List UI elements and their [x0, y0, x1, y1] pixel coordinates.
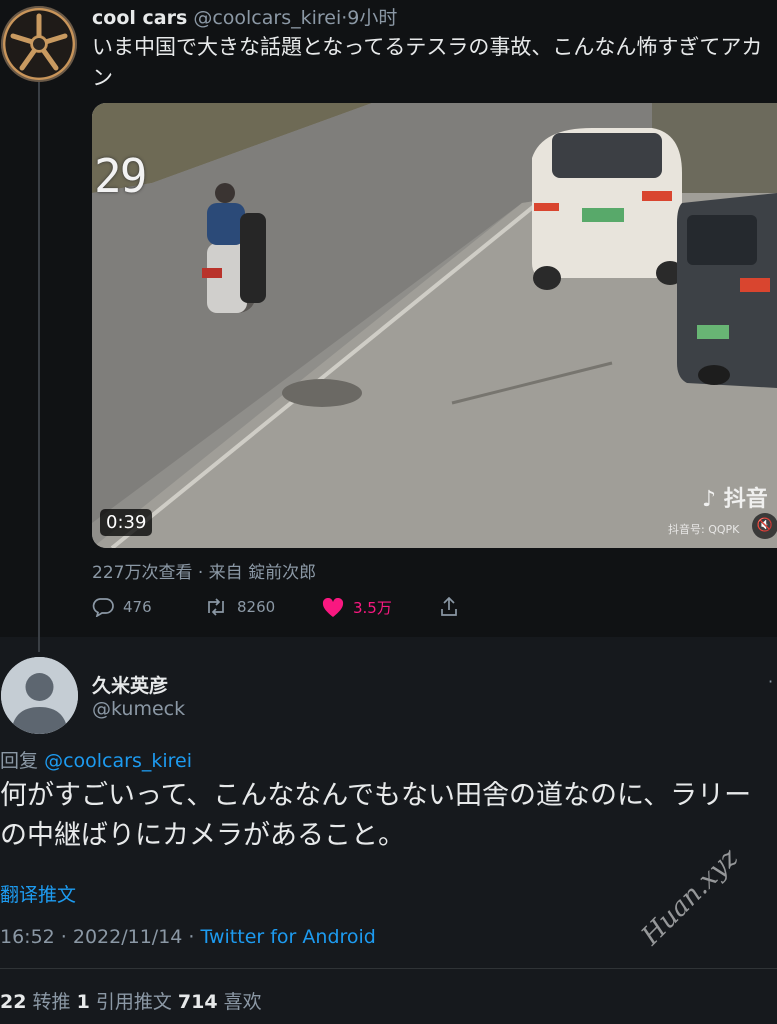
share-icon — [441, 597, 457, 616]
tiktok-logo: ♪ 抖音 — [702, 487, 768, 512]
heart-icon — [322, 597, 344, 617]
video-frame — [92, 103, 777, 548]
retweets-stat-count: 22 — [0, 991, 27, 1013]
reply-author-name[interactable]: 久米英彦 — [92, 671, 168, 698]
thread-line — [38, 80, 40, 652]
retweet-button[interactable]: 8260 — [204, 597, 275, 617]
reply-author-handle[interactable]: @kumeck — [92, 698, 185, 720]
source-link[interactable]: Twitter for Android — [201, 926, 376, 948]
retweets-stat-label: 转推 — [32, 991, 71, 1013]
more-options-icon[interactable]: · — [768, 672, 773, 691]
share-button[interactable] — [439, 597, 459, 617]
reply-icon — [92, 598, 114, 617]
author-avatar[interactable] — [1, 6, 77, 82]
tweet-text: いま中国で大きな話題となってるテスラの事故、こんなん怖すぎてアカン — [92, 35, 763, 90]
likes-stat-label: 喜欢 — [223, 991, 262, 1013]
video-player[interactable]: 29 ♪ 抖音 抖音号: QQPK 0:39 🔇 — [92, 103, 777, 548]
reply-to-prefix: 回复 — [0, 750, 39, 772]
author-name[interactable]: cool cars — [92, 7, 187, 29]
retweet-icon — [208, 598, 224, 616]
reply-timestamp[interactable]: 16:52 · 2022/11/14 · — [0, 926, 194, 948]
retweets-stat[interactable]: 22 转推 — [0, 991, 71, 1013]
view-count: 227万次查看 · 来自 錠前次郎 — [92, 563, 317, 583]
speaker-muted-icon[interactable]: 🔇 — [752, 513, 777, 539]
tiktok-brand: 抖音 — [723, 487, 768, 512]
likes-stat[interactable]: 714 喜欢 — [178, 991, 262, 1013]
reply-to-line: 回复 @coolcars_kirei — [0, 746, 192, 773]
like-button[interactable]: 3.5万 — [322, 597, 392, 618]
likes-stat-count: 714 — [177, 991, 218, 1013]
translate-tweet-link[interactable]: 翻译推文 — [0, 880, 76, 907]
wheel-icon — [10, 13, 68, 71]
reply-text: 何がすごいって、こんななんでもない田舎の道なのに、ラリーの中継ばりにカメラがある… — [0, 780, 752, 851]
tweet-time[interactable]: 9小时 — [347, 7, 397, 29]
quotes-stat-count: 1 — [76, 991, 90, 1013]
author-handle[interactable]: @coolcars_kirei — [193, 7, 341, 29]
reply-count: 476 — [123, 598, 152, 616]
default-avatar-icon — [1, 657, 78, 734]
video-duration: 0:39 — [100, 509, 153, 536]
reply-stats: 22 转推 1 引用推文 714 喜欢 — [0, 987, 262, 1014]
reply-to-handle-link[interactable]: @coolcars_kirei — [44, 750, 192, 772]
like-count: 3.5万 — [353, 599, 392, 617]
reply-author-avatar[interactable] — [1, 657, 78, 734]
quotes-stat[interactable]: 1 引用推文 — [77, 991, 172, 1013]
reply-button[interactable]: 476 — [92, 597, 152, 617]
quotes-stat-label: 引用推文 — [95, 991, 172, 1013]
cctv-counter: 29 — [94, 149, 147, 203]
divider — [0, 968, 777, 969]
tweet-header: cool cars @coolcars_kirei·9小时 — [92, 3, 397, 30]
tweet-meta: 16:52 · 2022/11/14 · Twitter for Android — [0, 926, 376, 948]
tiktok-id: 抖音号: QQPK — [668, 523, 740, 536]
retweet-count: 8260 — [237, 598, 276, 616]
